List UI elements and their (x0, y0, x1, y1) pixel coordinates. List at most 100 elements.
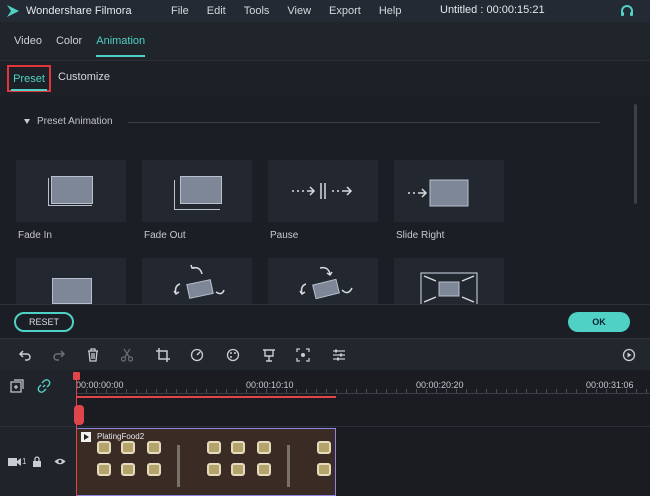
panel-scrollbar[interactable] (634, 104, 637, 204)
ruler-tick (486, 389, 487, 393)
preset-tile-rotate-left[interactable] (142, 258, 252, 304)
thumbnail-dish (121, 463, 135, 476)
preset-footer: RESET OK (0, 304, 650, 338)
eye-icon[interactable] (54, 457, 66, 466)
playhead-marker[interactable] (74, 405, 84, 425)
ruler-tick (646, 389, 647, 393)
ruler-tick (436, 389, 437, 393)
green-screen-icon[interactable] (262, 348, 276, 362)
ruler-tick (166, 389, 167, 393)
ruler-tick (266, 389, 267, 393)
preset-label-slide-right: Slide Right (396, 230, 445, 241)
preset-tile-slide[interactable] (16, 258, 126, 304)
menu-help[interactable]: Help (379, 5, 402, 17)
preset-tile-zoom-out[interactable] (394, 258, 504, 304)
ruler-tick (526, 389, 527, 393)
headset-icon[interactable] (620, 4, 634, 18)
document-title: Untitled : 00:00:15:21 (440, 4, 545, 16)
ruler-tick (256, 389, 257, 393)
timeline: 1 00:00:00:00 00:00:10:10 00:00:20:20 00… (0, 370, 650, 496)
preset-tile-rotate-right[interactable] (268, 258, 378, 304)
ruler-tick (296, 389, 297, 393)
ruler-tick (576, 389, 577, 393)
preset-section-header[interactable]: Preset Animation (24, 116, 113, 127)
thumbnail-dish (317, 463, 331, 476)
delete-icon[interactable] (86, 348, 100, 362)
ruler-tick (246, 389, 247, 393)
tab-preset[interactable]: Preset (7, 65, 51, 92)
render-preview-icon[interactable] (622, 348, 636, 362)
preset-tile-fade-in[interactable] (16, 160, 126, 222)
video-clip[interactable]: PlatingFood2 (76, 428, 336, 496)
filmora-logo-icon (7, 5, 19, 17)
preset-label-fade-in: Fade In (18, 230, 52, 241)
ruler-tick (616, 389, 617, 393)
thumbnail-separator (287, 445, 290, 487)
preset-tile-fade-out[interactable] (142, 160, 252, 222)
ruler-tick (136, 389, 137, 393)
menu-view[interactable]: View (287, 5, 311, 17)
preset-tile-slide-right[interactable] (394, 160, 504, 222)
zoom-out-icon (420, 272, 478, 304)
title-bar: Wondershare Filmora File Edit Tools View… (0, 0, 650, 22)
undo-icon[interactable] (18, 348, 32, 362)
tab-customize[interactable]: Customize (58, 71, 110, 83)
animation-subtabs: Preset Customize (0, 60, 650, 96)
thumbnail-dish (97, 441, 111, 454)
ruler-tick (386, 389, 387, 393)
playhead-handle[interactable] (73, 372, 80, 380)
menu-file[interactable]: File (171, 5, 189, 17)
lock-icon[interactable] (32, 456, 42, 467)
menu-tools[interactable]: Tools (244, 5, 270, 17)
ruler-tick (446, 389, 447, 393)
ruler-tick (516, 389, 517, 393)
audio-mixer-icon[interactable] (332, 348, 346, 362)
ruler-tick (116, 389, 117, 393)
ruler-tick (316, 389, 317, 393)
preset-panel: Preset Animation Fade In Fade Out Pause (0, 96, 650, 304)
color-palette-icon[interactable] (226, 348, 240, 362)
ruler-tick (146, 389, 147, 393)
link-icon[interactable] (37, 379, 51, 393)
ruler-tick (96, 389, 97, 393)
menu-bar: File Edit Tools View Export Help (171, 5, 401, 17)
thumbnail-dish (231, 441, 245, 454)
ruler-tick (346, 389, 347, 393)
ruler-tick (356, 389, 357, 393)
thumbnail-dish (207, 441, 221, 454)
add-track-icon[interactable] (10, 379, 24, 393)
reset-button[interactable]: RESET (14, 312, 74, 332)
ruler-tick (126, 389, 127, 393)
slide-icon (52, 278, 92, 304)
ruler-tick (456, 389, 457, 393)
scissors-icon[interactable] (120, 348, 134, 362)
ruler-tick (366, 389, 367, 393)
slide-right-icon (408, 179, 469, 207)
tab-video[interactable]: Video (14, 35, 42, 47)
menu-edit[interactable]: Edit (207, 5, 226, 17)
preset-tile-pause[interactable] (268, 160, 378, 222)
ruler-tick (106, 389, 107, 393)
track-number: 1 (22, 457, 27, 466)
ruler-tick (276, 389, 277, 393)
redo-icon[interactable] (52, 348, 66, 362)
tab-animation[interactable]: Animation (96, 35, 145, 57)
playhead[interactable] (76, 374, 77, 496)
ruler-tick (416, 389, 417, 393)
ok-button[interactable]: OK (568, 312, 630, 332)
video-track-icon (8, 458, 21, 466)
ruler-tick (586, 389, 587, 393)
ruler-tick (376, 389, 377, 393)
app-name: Wondershare Filmora (26, 5, 132, 17)
tab-color[interactable]: Color (56, 35, 82, 47)
crop-icon[interactable] (156, 348, 170, 362)
motion-tracking-icon[interactable] (296, 348, 310, 362)
thumbnail-dish (97, 463, 111, 476)
timeline-ruler[interactable]: 00:00:00:00 00:00:10:10 00:00:20:20 00:0… (76, 374, 650, 396)
ruler-baseline (76, 393, 650, 394)
ruler-tick (566, 389, 567, 393)
ruler-tick (636, 389, 637, 393)
thumbnail-dish (121, 441, 135, 454)
speed-icon[interactable] (190, 348, 204, 362)
menu-export[interactable]: Export (329, 5, 361, 17)
